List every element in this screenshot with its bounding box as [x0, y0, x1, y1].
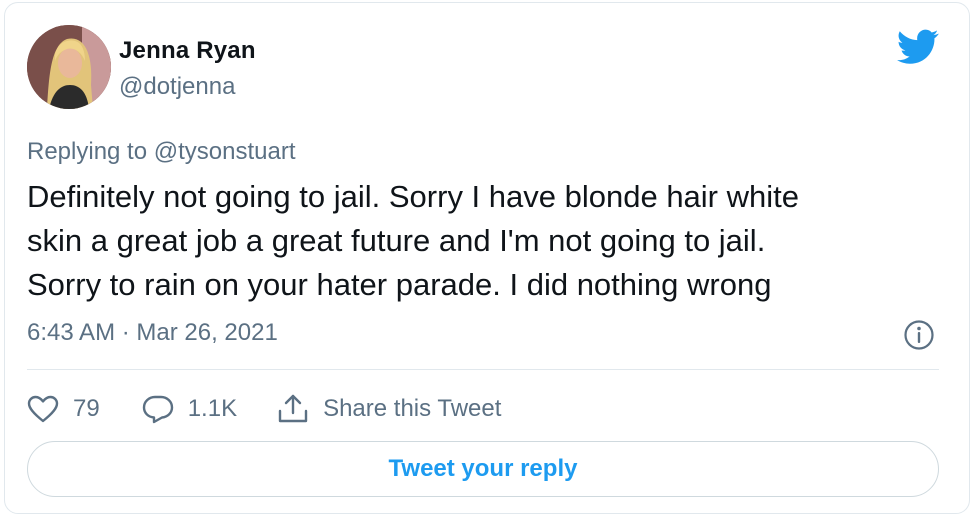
replying-to: Replying to @tysonstuart — [27, 138, 296, 166]
tweet-text: Definitely not going to jail. Sorry I ha… — [27, 179, 799, 302]
share-icon — [278, 394, 308, 423]
tweet-timestamp[interactable]: 6:43 AM · Mar 26, 2021 — [27, 319, 278, 347]
heart-icon — [27, 395, 59, 423]
replying-mention[interactable]: @tysonstuart — [154, 138, 296, 165]
avatar[interactable] — [27, 25, 111, 109]
author-handle[interactable]: @dotjenna — [119, 73, 235, 101]
tweet-your-reply-button[interactable]: Tweet your reply — [27, 441, 939, 497]
tweet-card: Jenna Ryan @dotjenna Replying to @tysons… — [4, 2, 970, 514]
info-icon[interactable] — [903, 319, 935, 351]
reply-count: 1.1K — [187, 395, 238, 422]
twitter-bird-icon[interactable] — [897, 29, 939, 65]
reply-count-button[interactable]: 1.1K — [142, 394, 237, 424]
tweet-actions: 79 1.1K Share this Tweet — [27, 389, 501, 429]
share-button[interactable]: Share this Tweet — [277, 394, 501, 424]
divider — [27, 369, 939, 370]
author-name[interactable]: Jenna Ryan — [119, 37, 256, 65]
replying-prefix: Replying to — [27, 138, 154, 165]
comment-icon — [142, 395, 173, 424]
like-button[interactable]: 79 — [27, 395, 100, 423]
share-label: Share this Tweet — [323, 395, 502, 422]
like-count: 79 — [73, 395, 100, 422]
